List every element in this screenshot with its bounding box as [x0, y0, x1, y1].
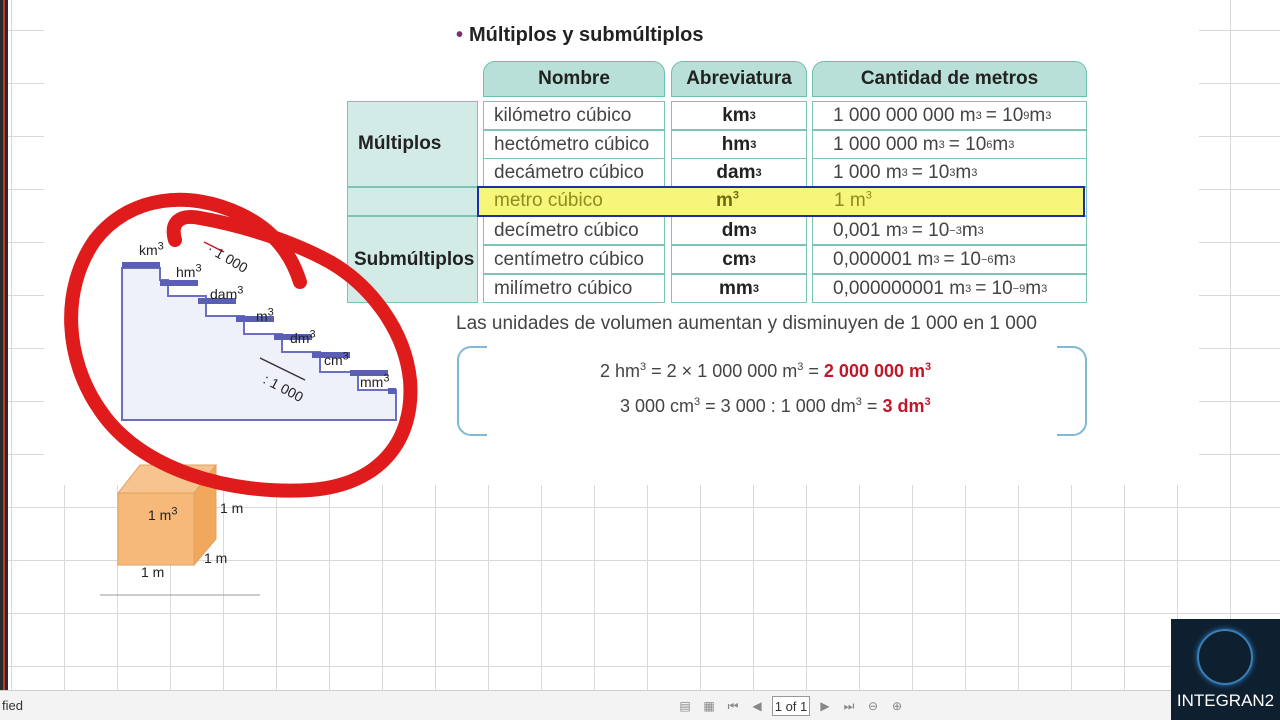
pager: ▤ ▦ ⏮ ◀ 1 of 1 ▶ ⏭ ⊖ ⊕: [676, 696, 906, 716]
last-page-icon[interactable]: ⏭: [840, 697, 858, 715]
page-indicator[interactable]: 1 of 1: [772, 696, 810, 716]
status-text: fied: [2, 698, 23, 713]
logo-circle-icon: [1197, 629, 1253, 685]
thumbnail-icon[interactable]: ▤: [676, 697, 694, 715]
integran2-logo: INTEGRAN2: [1171, 619, 1280, 720]
prev-page-icon[interactable]: ◀: [748, 697, 766, 715]
back-icon[interactable]: ⊖: [864, 697, 882, 715]
forward-icon[interactable]: ⊕: [888, 697, 906, 715]
status-bar: fied ▤ ▦ ⏮ ◀ 1 of 1 ▶ ⏭ ⊖ ⊕: [0, 690, 1280, 720]
next-page-icon[interactable]: ▶: [816, 697, 834, 715]
first-page-icon[interactable]: ⏮: [724, 697, 742, 715]
red-annotation-circle: [64, 192, 418, 498]
layout-icon[interactable]: ▦: [700, 697, 718, 715]
logo-text: INTEGRAN2: [1176, 691, 1275, 710]
